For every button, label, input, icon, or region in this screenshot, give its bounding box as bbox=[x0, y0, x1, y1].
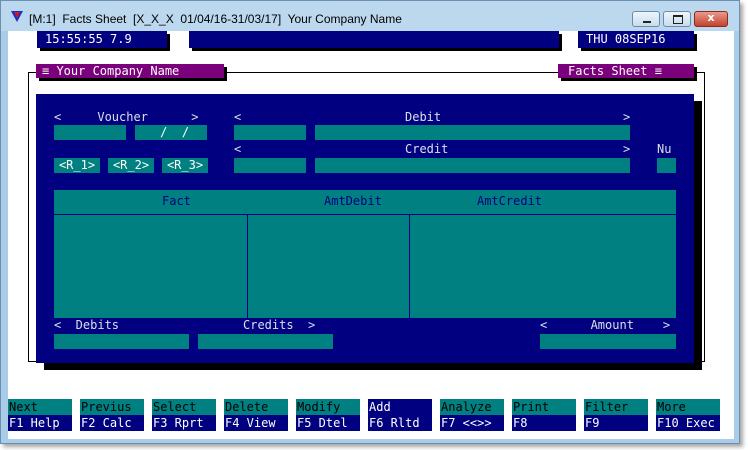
debit-code-field[interactable] bbox=[234, 125, 306, 140]
col-amtdebit[interactable]: AmtDebit bbox=[324, 194, 382, 208]
facts-sheet-tag[interactable]: Facts Sheet ≡ bbox=[558, 64, 694, 78]
fkey-action: Print bbox=[512, 399, 576, 415]
fkey-next[interactable]: Next F1 Help bbox=[8, 399, 72, 431]
fkey-action: Next bbox=[8, 399, 72, 415]
credit-label: Credit bbox=[405, 142, 449, 156]
credit-code-field[interactable] bbox=[234, 158, 306, 173]
credits-total-field[interactable] bbox=[198, 334, 333, 349]
debits-total-field[interactable] bbox=[54, 334, 189, 349]
function-key-bar: Next F1 Help Previus F2 Calc Select F3 R… bbox=[8, 399, 734, 433]
app-logo-icon bbox=[11, 11, 23, 22]
fkey-shortcut: F7 <<>> bbox=[440, 415, 504, 431]
debit-label: Debit bbox=[405, 110, 442, 124]
fkey-action: Analyze bbox=[440, 399, 504, 415]
grid-divider bbox=[247, 214, 248, 318]
debit-bracket-right: > bbox=[623, 110, 631, 124]
app-window: [M:1] Facts Sheet [X_X_X 01/04/16-31/03/… bbox=[0, 0, 740, 444]
fkey-more[interactable]: More F10 Exec bbox=[656, 399, 720, 431]
terminal-client-area: 15:55:55 7.9 VOUCH 01APR2016..31MAR2017 … bbox=[8, 31, 734, 439]
facts-grid[interactable]: Fact AmtDebit AmtCredit bbox=[54, 190, 676, 318]
company-tag[interactable]: ≡ Your Company Name bbox=[36, 64, 224, 78]
fkey-shortcut: F8 bbox=[512, 415, 576, 431]
fkey-print[interactable]: Print F8 bbox=[512, 399, 576, 431]
r3-button[interactable]: <R_3> bbox=[162, 158, 208, 173]
fkey-modify[interactable]: Modify F5 Dtel bbox=[296, 399, 360, 431]
debit-name-field[interactable] bbox=[315, 125, 630, 140]
fkey-shortcut: F3 Rprt bbox=[152, 415, 216, 431]
close-button[interactable]: x bbox=[694, 11, 728, 27]
nu-label: Nu bbox=[657, 142, 672, 156]
fkey-delete[interactable]: Delete F4 View bbox=[224, 399, 288, 431]
fkey-analyze[interactable]: Analyze F7 <<>> bbox=[440, 399, 504, 431]
maximize-button[interactable] bbox=[663, 11, 691, 27]
grid-header: Fact AmtDebit AmtCredit bbox=[54, 190, 676, 215]
fkey-action: Select bbox=[152, 399, 216, 415]
fkey-action: More bbox=[656, 399, 720, 415]
current-date: THU 08SEP16 bbox=[578, 31, 694, 48]
minimize-button[interactable] bbox=[632, 11, 660, 27]
fkey-shortcut: F2 Calc bbox=[80, 415, 144, 431]
amount-label: < Amount > bbox=[540, 318, 671, 332]
credit-name-field[interactable] bbox=[315, 158, 630, 173]
debits-label: < Debits bbox=[54, 318, 120, 332]
credits-label: Credits > bbox=[243, 318, 316, 332]
amount-field[interactable] bbox=[540, 334, 676, 349]
col-amtcredit[interactable]: AmtCredit bbox=[477, 194, 542, 208]
fkey-shortcut: F5 Dtel bbox=[296, 415, 360, 431]
facts-form-panel: < Voucher > < Debit > / / < Credit > Nu … bbox=[36, 94, 694, 363]
col-fact[interactable]: Fact bbox=[162, 194, 191, 208]
voucher-number-field[interactable] bbox=[54, 125, 126, 140]
voucher-status: VOUCH 01APR2016..31MAR2017 X_X_X bbox=[189, 31, 559, 97]
nu-field[interactable] bbox=[657, 158, 676, 173]
fkey-shortcut: F9 bbox=[584, 415, 648, 431]
credit-bracket-right: > bbox=[623, 142, 631, 156]
fkey-action: Previus bbox=[80, 399, 144, 415]
fkey-shortcut: F10 Exec bbox=[656, 415, 720, 431]
fkey-add[interactable]: Add F6 Rltd bbox=[368, 399, 432, 431]
debit-bracket-left: < bbox=[234, 110, 242, 124]
fkey-shortcut: F1 Help bbox=[8, 415, 72, 431]
voucher-label: < Voucher > bbox=[54, 110, 199, 124]
mode-label: VOUCH bbox=[207, 49, 244, 63]
voucher-date-field[interactable]: / / bbox=[135, 125, 207, 140]
fkey-action: Modify bbox=[296, 399, 360, 415]
close-icon: x bbox=[707, 11, 715, 24]
fkey-filter[interactable]: Filter F9 bbox=[584, 399, 648, 431]
fkey-action: Add bbox=[368, 399, 432, 415]
window-title: [M:1] Facts Sheet [X_X_X 01/04/16-31/03/… bbox=[29, 12, 402, 26]
fkey-previus[interactable]: Previus F2 Calc bbox=[80, 399, 144, 431]
fkey-action: Filter bbox=[584, 399, 648, 415]
r1-button[interactable]: <R_1> bbox=[54, 158, 100, 173]
credit-bracket-left: < bbox=[234, 142, 242, 156]
fkey-select[interactable]: Select F3 Rprt bbox=[152, 399, 216, 431]
fkey-shortcut: F4 View bbox=[224, 415, 288, 431]
fkey-shortcut: F6 Rltd bbox=[368, 415, 432, 431]
fkey-action: Delete bbox=[224, 399, 288, 415]
r2-button[interactable]: <R_2> bbox=[108, 158, 154, 173]
grid-divider bbox=[409, 214, 410, 318]
clock-version: 15:55:55 7.9 bbox=[37, 31, 167, 48]
title-bar[interactable]: [M:1] Facts Sheet [X_X_X 01/04/16-31/03/… bbox=[1, 1, 739, 31]
